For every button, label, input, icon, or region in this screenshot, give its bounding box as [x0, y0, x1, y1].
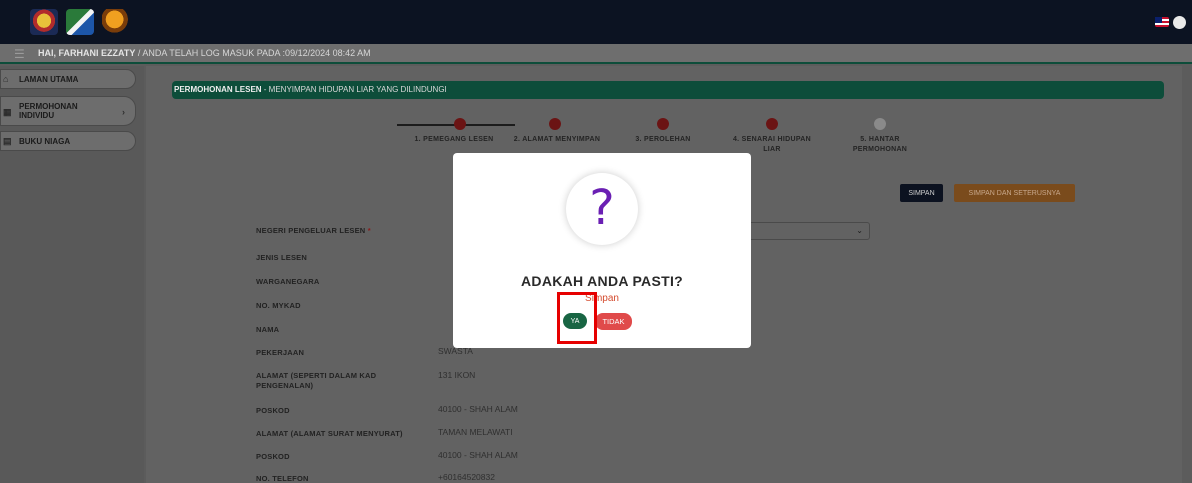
step-5-dot[interactable]: [874, 118, 886, 130]
field-label-poskod-surat: POSKOD: [256, 452, 290, 461]
malaysia-flag-icon[interactable]: [1155, 17, 1169, 27]
step-4-line1: 4. SENARAI HIDUPAN: [732, 136, 811, 143]
field-label-jenis-lesen: JENIS LESEN: [256, 253, 307, 262]
field-label-telefon: NO. TELEFON: [256, 474, 309, 483]
greeting-bar: ☰ HAI, FARHANI EZZATY / ANDA TELAH LOG M…: [0, 44, 1192, 64]
save-button[interactable]: SIMPAN: [900, 184, 943, 202]
question-mark-icon: ?: [566, 173, 638, 245]
tiger-logo[interactable]: [102, 9, 130, 35]
step-3-label[interactable]: 3. PEROLEHAN: [613, 135, 713, 145]
sidebar-item-laman-utama[interactable]: ⌂ LAMAN UTAMA: [0, 69, 136, 89]
confirm-no-button[interactable]: TIDAK: [595, 313, 632, 330]
login-timestamp: / ANDA TELAH LOG MASUK PADA :09/12/2024 …: [135, 48, 371, 58]
user-greeting: HAI, FARHANI EZZATY: [38, 48, 136, 58]
save-and-next-button[interactable]: SIMPAN DAN SETERUSNYA: [954, 184, 1075, 202]
book-icon: ▤: [3, 136, 12, 146]
step-3-dot[interactable]: [657, 118, 669, 130]
top-header: [0, 0, 1192, 44]
sidebar-item-permohonan-individu[interactable]: ▦ PERMOHONAN INDIVIDU ›: [0, 96, 136, 126]
required-marker: *: [367, 226, 371, 235]
field-label-line1: ALAMAT (SEPERTI DALAM KAD: [256, 371, 377, 380]
dialog-subtitle: Simpan: [585, 293, 619, 304]
sidebar-label-line1: PERMOHONAN: [19, 102, 78, 111]
sidebar-item-label: PERMOHONAN INDIVIDU: [19, 102, 78, 120]
page-title-bar: PERMOHONAN LESEN - MENYIMPAN HIDUPAN LIA…: [172, 81, 1164, 99]
hamburger-menu-icon[interactable]: ☰: [14, 48, 25, 60]
field-value-alamat-surat: TAMAN MELAWATI: [438, 427, 513, 437]
field-value-poskod-surat: 40100 - SHAH ALAM: [438, 450, 518, 460]
step-1-dot[interactable]: [454, 118, 466, 130]
field-label-line2: PENGENALAN): [256, 381, 314, 390]
field-label-negeri: NEGERI PENGELUAR LESEN *: [256, 226, 371, 236]
user-icon[interactable]: [1173, 16, 1186, 29]
step-1-label[interactable]: 1. PEMEGANG LESEN: [395, 135, 513, 145]
sidebar-item-label: LAMAN UTAMA: [19, 75, 79, 84]
home-icon: ⌂: [3, 74, 9, 84]
highlight-box: [557, 292, 597, 344]
step-2-label[interactable]: 2. ALAMAT MENYIMPAN: [498, 135, 616, 145]
login-info: HAI, FARHANI EZZATY / ANDA TELAH LOG MAS…: [38, 48, 371, 58]
page-subtitle: - MENYIMPAN HIDUPAN LIAR YANG DILINDUNGI: [261, 85, 447, 94]
field-value-telefon: +60164520832: [438, 472, 495, 482]
step-5-line2: PERMOHONAN: [852, 146, 908, 153]
field-label-poskod: POSKOD: [256, 406, 290, 415]
step-5-line1: 5. HANTAR: [860, 136, 900, 143]
jata-negara-logo[interactable]: [30, 9, 58, 35]
step-2-line1: 2. ALAMAT MENYIMPAN: [513, 136, 601, 143]
sidebar: ⌂ LAMAN UTAMA ▦ PERMOHONAN INDIVIDU › ▤ B…: [0, 66, 144, 483]
step-3-line1: 3. PEROLEHAN: [635, 136, 691, 143]
perhilitan-logo[interactable]: [66, 9, 94, 35]
field-label-alamat-kad: ALAMAT (SEPERTI DALAM KAD PENGENALAN): [256, 371, 376, 391]
confirm-dialog: ? ADAKAH ANDA PASTI? Simpan YA TIDAK: [453, 153, 751, 348]
chevron-right-icon: ›: [122, 107, 125, 117]
step-1-line1: 1. PEMEGANG LESEN: [414, 136, 494, 143]
step-2-dot[interactable]: [549, 118, 561, 130]
step-4-line2: LIAR: [763, 146, 781, 153]
sidebar-item-label: BUKU NIAGA: [19, 137, 71, 146]
field-value-alamat-kad: 131 IKON: [438, 370, 476, 380]
step-4-label[interactable]: 4. SENARAI HIDUPAN LIAR: [712, 135, 832, 155]
sidebar-label-line2: INDIVIDU: [19, 111, 55, 120]
grid-icon: ▦: [3, 107, 12, 117]
dialog-title: ADAKAH ANDA PASTI?: [521, 273, 683, 289]
field-label-alamat-surat: ALAMAT (ALAMAT SURAT MENYURAT): [256, 429, 403, 438]
field-label-warganegara: WARGANEGARA: [256, 277, 320, 286]
chevron-down-icon: ⌄: [856, 226, 863, 235]
field-value-poskod: 40100 - SHAH ALAM: [438, 404, 518, 414]
field-label-nama: NAMA: [256, 325, 280, 334]
field-label-text: NEGERI PENGELUAR LESEN: [256, 226, 366, 235]
negeri-pengeluar-select[interactable]: ⌄: [746, 222, 870, 240]
sidebar-item-buku-niaga[interactable]: ▤ BUKU NIAGA: [0, 131, 136, 151]
step-4-dot[interactable]: [766, 118, 778, 130]
step-5-label[interactable]: 5. HANTAR PERMOHONAN: [830, 135, 930, 155]
page-title: PERMOHONAN LESEN: [174, 85, 262, 94]
field-label-pekerjaan: PEKERJAAN: [256, 348, 305, 357]
field-label-mykad: NO. MYKAD: [256, 301, 301, 310]
